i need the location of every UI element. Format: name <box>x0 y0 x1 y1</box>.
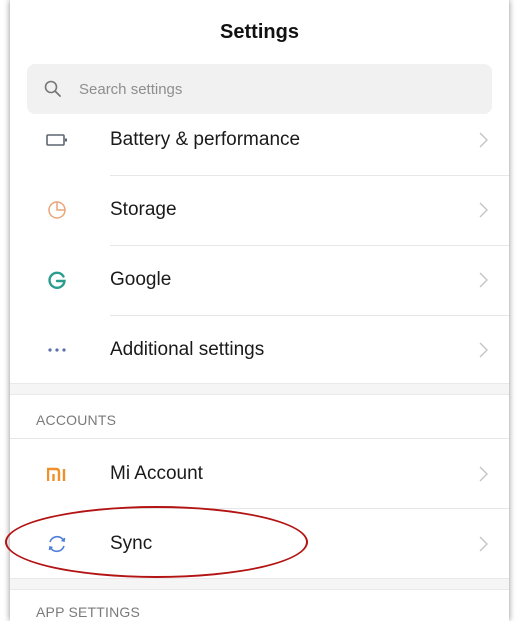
mi-logo-icon <box>44 461 70 487</box>
settings-item-google[interactable]: Google <box>10 245 509 315</box>
settings-item-label: Mi Account <box>110 463 203 484</box>
section-separator <box>10 383 509 395</box>
page-title: Settings <box>220 20 299 43</box>
chevron-right-icon <box>479 466 488 482</box>
header: Settings <box>10 0 509 64</box>
section-header-accounts: ACCOUNTS <box>36 412 117 428</box>
chevron-right-icon <box>479 202 488 218</box>
section-header-app-settings: APP SETTINGS <box>36 604 141 620</box>
google-g-icon <box>44 267 70 293</box>
settings-item-label: Additional settings <box>110 339 265 360</box>
settings-item-mi-account[interactable]: Mi Account <box>10 439 509 509</box>
chevron-right-icon <box>479 132 488 148</box>
chevron-right-icon <box>479 272 488 288</box>
settings-item-label: Storage <box>110 199 177 220</box>
settings-item-label: Google <box>110 269 172 290</box>
settings-item-label: Battery & performance <box>110 129 301 150</box>
storage-pie-icon <box>44 197 70 223</box>
search-icon <box>41 77 65 101</box>
chevron-right-icon <box>479 342 488 358</box>
chevron-right-icon <box>479 536 488 552</box>
battery-icon <box>44 127 70 153</box>
section-separator <box>10 578 509 590</box>
more-dots-icon <box>44 337 70 363</box>
highlight-annotation <box>5 506 308 578</box>
settings-item-storage[interactable]: Storage <box>10 175 509 245</box>
settings-item-battery[interactable]: Battery & performance <box>10 105 509 175</box>
search-placeholder: Search settings <box>79 80 183 98</box>
settings-item-additional[interactable]: Additional settings <box>10 315 509 385</box>
